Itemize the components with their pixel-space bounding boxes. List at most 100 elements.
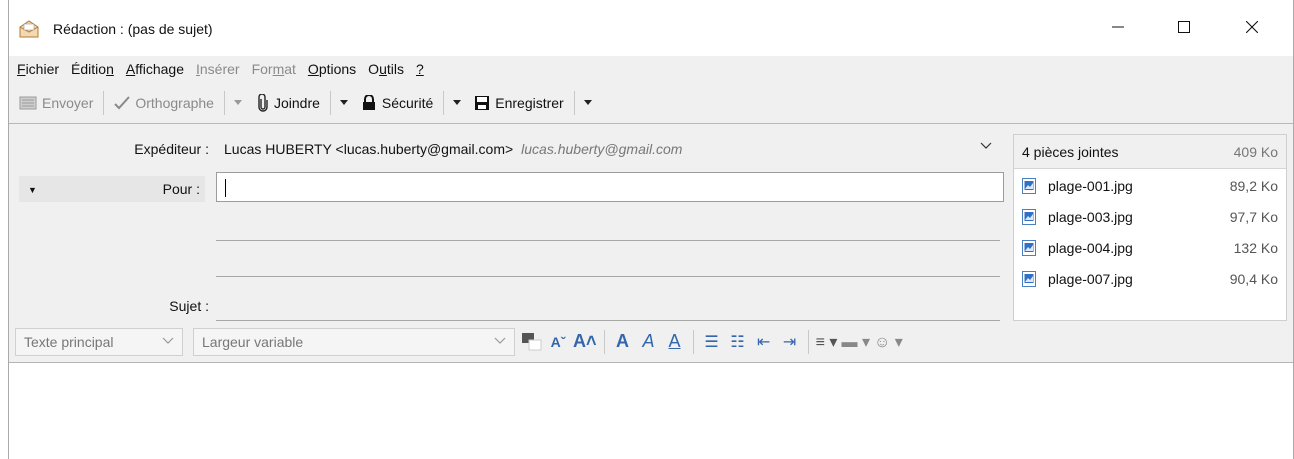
recipient-row-divider <box>216 240 1000 241</box>
toolbar-separator <box>573 90 575 115</box>
attachment-size: 97,7 Ko <box>1229 209 1278 225</box>
security-dropdown[interactable] <box>450 100 464 105</box>
attachment-item[interactable]: plage-003.jpg 97,7 Ko <box>1014 202 1286 232</box>
color-swatch-icon <box>522 332 542 350</box>
font-value: Largeur variable <box>202 333 304 350</box>
emoji-button[interactable]: ☺ ▾ <box>874 328 903 356</box>
bold-icon: A <box>616 331 630 351</box>
underline-button[interactable]: A <box>664 328 686 356</box>
minimize-button[interactable] <box>1095 12 1141 42</box>
text-color-button[interactable] <box>521 328 543 356</box>
envelope-app-icon <box>19 20 39 38</box>
bullet-list-button[interactable]: ☰ <box>701 328 723 356</box>
menu-item-0[interactable]: Fichier <box>17 61 59 77</box>
attachment-pane: 4 pièces jointes 409 Ko plage-001.jpg 89,… <box>1013 134 1287 321</box>
attachment-name: plage-004.jpg <box>1048 240 1133 256</box>
from-alias: lucas.huberty@gmail.com <box>521 141 683 157</box>
spelling-label: Orthographe <box>135 94 214 111</box>
from-label: Expéditeur : <box>134 141 209 157</box>
insert-image-icon: ▬ ▾ <box>841 333 870 351</box>
send-button[interactable]: Envoyer <box>15 88 97 118</box>
to-input[interactable] <box>216 172 1004 202</box>
text-caret <box>225 179 226 197</box>
numbered-list-button[interactable]: ☷ <box>727 328 749 356</box>
close-button[interactable] <box>1229 12 1275 42</box>
attachment-summary[interactable]: 4 pièces jointes 409 Ko <box>1014 135 1286 169</box>
attachment-count: 4 pièces jointes <box>1022 143 1119 160</box>
font-select[interactable]: Largeur variable <box>193 327 515 356</box>
attachment-name: plage-001.jpg <box>1048 178 1133 194</box>
attachment-name: plage-003.jpg <box>1048 209 1133 225</box>
chevron-down-icon <box>162 337 174 344</box>
chevron-down-icon <box>980 142 992 149</box>
triangle-down-icon: ▼ <box>28 185 37 195</box>
lock-icon <box>362 94 375 110</box>
save-button[interactable]: Enregistrer <box>470 88 567 118</box>
attachment-item[interactable]: plage-001.jpg 89,2 Ko <box>1014 171 1286 201</box>
align-button[interactable]: ≡ ▾ <box>816 328 838 356</box>
send-label: Envoyer <box>42 94 94 111</box>
attachment-size: 132 Ko <box>1233 240 1278 256</box>
format-separator <box>692 329 694 354</box>
attach-label: Joindre <box>273 94 320 111</box>
smiley-icon: ☺ ▾ <box>874 333 903 351</box>
dropdown-arrow-icon <box>583 100 592 105</box>
attachment-total-size: 409 Ko <box>1233 143 1278 160</box>
spelling-button[interactable]: Orthographe <box>110 88 218 118</box>
minimize-icon <box>1112 26 1124 28</box>
paragraph-style-value: Texte principal <box>24 333 114 350</box>
toolbar-separator <box>223 90 225 115</box>
save-dropdown[interactable] <box>581 100 595 105</box>
maximize-icon <box>1178 21 1190 33</box>
security-label: Sécurité <box>381 94 434 111</box>
increase-font-size-button[interactable]: A˄ <box>573 328 597 356</box>
dropdown-arrow-icon <box>233 100 242 105</box>
italic-button[interactable]: A <box>638 328 660 356</box>
italic-icon: A <box>642 331 655 351</box>
decrease-font-size-button[interactable]: Aˇ <box>547 328 569 356</box>
decrease-font-size-icon: Aˇ <box>550 333 566 350</box>
maximize-button[interactable] <box>1161 12 1207 42</box>
menu-item-2[interactable]: Affichage <box>126 61 184 77</box>
save-label: Enregistrer <box>495 94 564 111</box>
attach-dropdown[interactable] <box>337 100 351 105</box>
increase-font-size-icon: A˄ <box>573 331 597 351</box>
attachment-item[interactable]: plage-004.jpg 132 Ko <box>1014 233 1286 263</box>
menu-item-6[interactable]: Outils <box>368 61 404 77</box>
spelling-dropdown[interactable] <box>231 100 245 105</box>
floppy-disk-icon <box>475 95 490 110</box>
attach-button[interactable]: Joindre <box>253 88 324 118</box>
attachment-name: plage-007.jpg <box>1048 271 1133 287</box>
send-icon <box>19 96 37 109</box>
numbered-list-icon: ☷ <box>730 333 745 351</box>
recipient-row-divider <box>216 276 1000 277</box>
insert-button[interactable]: ▬ ▾ <box>842 328 870 356</box>
window-title: Rédaction : (pas de sujet) <box>53 21 213 37</box>
from-selector[interactable]: Lucas HUBERTY <lucas.huberty@gmail.com> … <box>216 136 1000 162</box>
to-label: Pour : <box>162 181 200 197</box>
subject-input[interactable] <box>216 294 1000 320</box>
image-file-icon <box>1022 209 1036 225</box>
paragraph-style-select[interactable]: Texte principal <box>15 327 183 356</box>
security-button[interactable]: Sécurité <box>357 88 437 118</box>
message-body-editor[interactable] <box>9 363 1293 459</box>
outdent-button[interactable]: ⇤ <box>753 328 775 356</box>
menu-item-1[interactable]: Édition <box>71 61 114 77</box>
dropdown-arrow-icon <box>453 100 462 105</box>
bold-button[interactable]: A <box>612 328 634 356</box>
menu-item-5[interactable]: Options <box>308 61 356 77</box>
recipient-type-selector[interactable]: ▼ Pour : <box>19 176 205 202</box>
indent-icon: ⇥ <box>782 333 797 351</box>
image-file-icon <box>1022 178 1036 194</box>
compose-toolbar: Envoyer Orthographe Joindre Sécurité Enr… <box>9 82 1293 124</box>
format-separator <box>807 329 809 354</box>
bullet-list-icon: ☰ <box>704 333 719 351</box>
attachment-item[interactable]: plage-007.jpg 90,4 Ko <box>1014 264 1286 294</box>
toolbar-separator <box>103 90 105 115</box>
menu-item-7[interactable]: ? <box>416 61 424 77</box>
indent-button[interactable]: ⇥ <box>779 328 801 356</box>
menu-item-4[interactable]: Format <box>252 61 296 77</box>
menu-item-3[interactable]: Insérer <box>196 61 240 77</box>
chevron-down-icon <box>494 337 506 344</box>
align-icon: ≡ ▾ <box>815 333 838 351</box>
